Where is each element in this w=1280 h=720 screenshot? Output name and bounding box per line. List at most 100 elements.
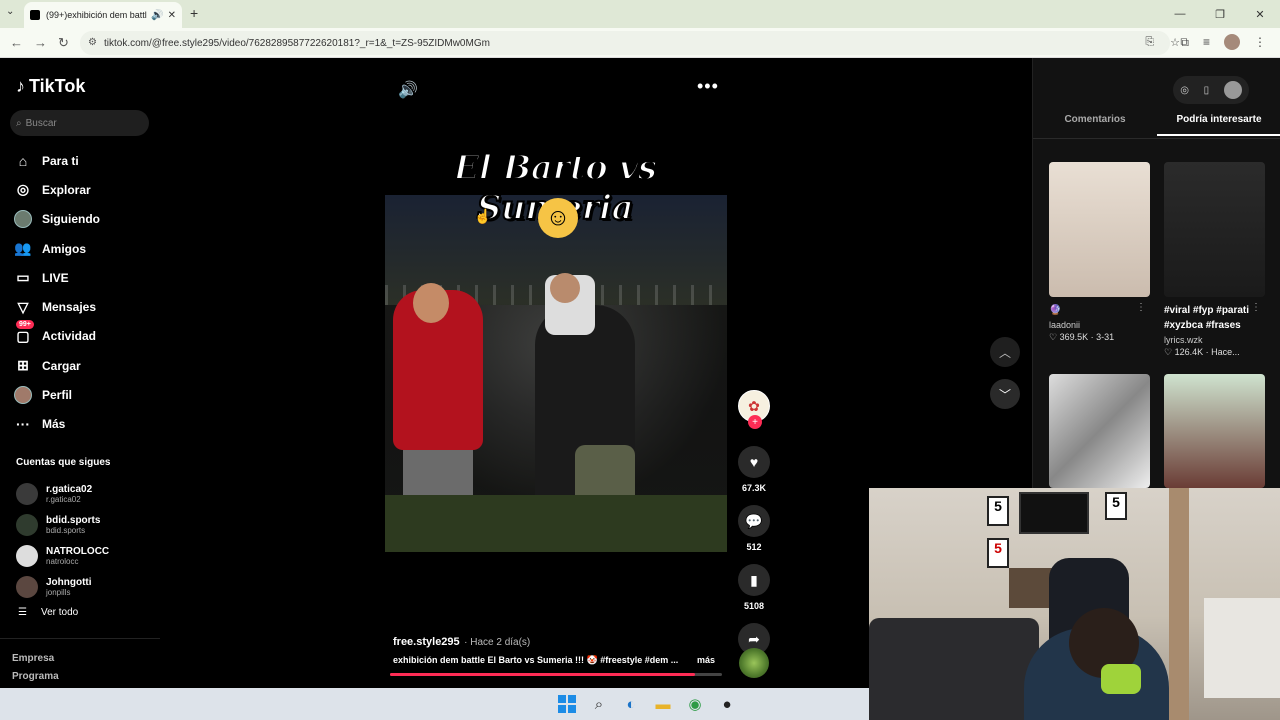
like-action[interactable]: ♥ 67.3K [738, 446, 770, 493]
menu-label: Perfil [42, 388, 73, 403]
compass-icon[interactable]: ◎ [1180, 85, 1189, 96]
back-icon[interactable]: ← [10, 35, 23, 50]
taskbar-search-icon[interactable]: ⌕ [588, 693, 610, 715]
phone-icon[interactable]: ▯ [1204, 85, 1210, 96]
following-item[interactable]: bdid.sports bdid.sports [16, 509, 156, 540]
card-title[interactable]: #viral #fyp #parati #xyzbca #frases [1164, 303, 1265, 333]
man-head [413, 283, 449, 323]
suggested-video-card[interactable] [1164, 374, 1265, 488]
suggested-video-card[interactable]: 🔮 laadonii ♡ 369.5K · 3-31 ⋮ [1049, 162, 1150, 343]
heart-icon[interactable]: ♥ [738, 446, 770, 478]
bookmark-star-icon[interactable]: ☆ [1170, 36, 1180, 49]
compass-icon: ◎ [16, 181, 30, 198]
card-meta: ♡ 369.5K · 3-31 [1049, 332, 1115, 342]
site-info-icon[interactable]: ⚙ [88, 37, 97, 48]
obs-icon[interactable]: ● [716, 693, 738, 715]
card-icon-line: 🔮 [1049, 305, 1062, 316]
browser-tab[interactable]: (99+)exhibición dem battle 🔊 ✕ [24, 2, 182, 28]
menu-item-cargar[interactable]: ⊞ Cargar [14, 351, 154, 380]
volume-icon[interactable]: 🔊 [398, 80, 418, 100]
video-thumbnail[interactable] [1049, 374, 1150, 488]
minimize-icon[interactable]: — [1160, 0, 1200, 28]
profile-avatar[interactable] [1224, 34, 1240, 50]
address-bar-row: ← → ↻ ⚙ tiktok.com/@free.style295/video/… [0, 28, 1280, 58]
search-input[interactable]: ⌕ Buscar [10, 110, 149, 136]
menu-item-amigos[interactable]: 👥 Amigos [14, 234, 154, 263]
menu-label: Más [42, 417, 66, 432]
windows-start-icon[interactable] [556, 693, 578, 715]
wall-heater [1204, 598, 1280, 698]
video-thumbnail[interactable] [1164, 162, 1265, 297]
tab-close-icon[interactable]: ✕ [168, 10, 176, 21]
more-options-icon[interactable]: ••• [697, 76, 719, 97]
post-time: · Hace 2 día(s) [464, 637, 531, 648]
menu-item-actividad[interactable]: ▢ 99+ Actividad [14, 319, 154, 351]
following-item[interactable]: NATROLOCC natrolocc [16, 540, 156, 571]
see-all-link[interactable]: ☰ Ver todo [18, 607, 78, 618]
url-field[interactable]: ⚙ tiktok.com/@free.style295/video/762828… [80, 31, 1170, 55]
video-progress-bar[interactable] [390, 673, 722, 676]
follow-plus-icon[interactable]: + [748, 415, 762, 429]
activity-badge: 99+ [16, 319, 34, 329]
chrome-icon[interactable]: ◉ [684, 693, 706, 715]
menu-item-mensajes[interactable]: ▽ Mensajes [14, 292, 154, 321]
scroll-up-button[interactable]: ︿ [990, 337, 1020, 367]
tiktok-logo-icon: ♪ [16, 76, 25, 96]
bookmark-icon[interactable]: ▮ [738, 564, 770, 596]
menu-item-live[interactable]: ▭ LIVE [14, 263, 154, 292]
menu-item-para-ti[interactable]: ⌂ Para ti [14, 146, 154, 175]
card-more-icon[interactable]: ⋮ [1251, 302, 1261, 313]
maximize-icon[interactable]: ❐ [1200, 0, 1240, 28]
following-item[interactable]: r.gatica02 r.gatica02 [16, 478, 156, 509]
file-explorer-icon[interactable]: ▬ [652, 693, 674, 715]
extensions-icon[interactable]: ⧉ [1180, 35, 1189, 50]
install-icon[interactable]: ⎘ [1145, 36, 1154, 49]
menu-item-mas[interactable]: ··· Más [14, 410, 154, 439]
menu-label: Amigos [42, 241, 87, 256]
tabs-divider [1033, 138, 1280, 139]
reading-list-icon[interactable]: ≡ [1203, 35, 1210, 49]
wall-frame-number: 5 [1105, 492, 1127, 520]
music-disc-icon[interactable] [739, 648, 769, 678]
webcam-overlay: 5 5 5 [869, 488, 1280, 720]
close-window-icon[interactable]: ✕ [1240, 0, 1280, 28]
message-icon: ▽ [17, 298, 29, 315]
suggested-video-card[interactable] [1049, 374, 1150, 488]
tab-podria-interesarte[interactable]: Podría interesarte [1157, 114, 1280, 136]
menu-item-explorar[interactable]: ◎ Explorar [14, 175, 154, 204]
footer-link-empresa[interactable]: Empresa [12, 650, 59, 668]
like-count: 67.3K [741, 483, 767, 493]
video-player[interactable] [385, 195, 727, 552]
menu-label: LIVE [42, 270, 69, 285]
footer-link-programa[interactable]: Programa [12, 668, 59, 686]
forward-icon[interactable]: → [34, 35, 47, 50]
user-avatar[interactable] [1223, 81, 1242, 99]
comment-icon[interactable]: 💬 [738, 505, 770, 537]
browser-menu-icon[interactable]: ⋮ [1254, 35, 1266, 49]
card-author[interactable]: lyrics.wzk [1164, 335, 1265, 345]
video-caption: free.style295 · Hace 2 día(s) exhibición… [393, 632, 723, 665]
more-link[interactable]: más [697, 655, 715, 665]
menu-item-siguiendo[interactable]: Siguiendo [14, 205, 154, 234]
video-thumbnail[interactable] [1164, 374, 1265, 488]
reload-icon[interactable]: ↻ [58, 35, 69, 51]
tab-audio-icon[interactable]: 🔊 [151, 10, 163, 21]
tab-comentarios[interactable]: Comentarios [1033, 114, 1157, 136]
tiktok-logo[interactable]: ♪ TikTok [16, 76, 85, 97]
video-thumbnail[interactable] [1049, 162, 1150, 297]
card-author[interactable]: laadonii [1049, 320, 1150, 330]
comment-action[interactable]: 💬 512 [738, 505, 770, 552]
tab-search-icon[interactable]: ⌄ [6, 6, 14, 17]
save-action[interactable]: ▮ 5108 [738, 564, 770, 611]
search-placeholder: Buscar [25, 117, 57, 129]
suggested-video-card[interactable]: #viral #fyp #parati #xyzbca #frases lyri… [1164, 162, 1265, 358]
edge-icon[interactable]: ◐ [620, 693, 642, 715]
author-avatar[interactable]: ✿ + [738, 390, 770, 429]
author-name[interactable]: free.style295 [393, 636, 460, 648]
new-tab-button[interactable]: + [190, 5, 198, 21]
account-name: NATROLOCC [46, 545, 110, 557]
menu-item-perfil[interactable]: Perfil [14, 380, 154, 409]
card-more-icon[interactable]: ⋮ [1136, 302, 1146, 313]
scroll-down-button[interactable]: ﹀ [990, 379, 1020, 409]
following-item[interactable]: Johngotti jonpills [16, 571, 156, 602]
